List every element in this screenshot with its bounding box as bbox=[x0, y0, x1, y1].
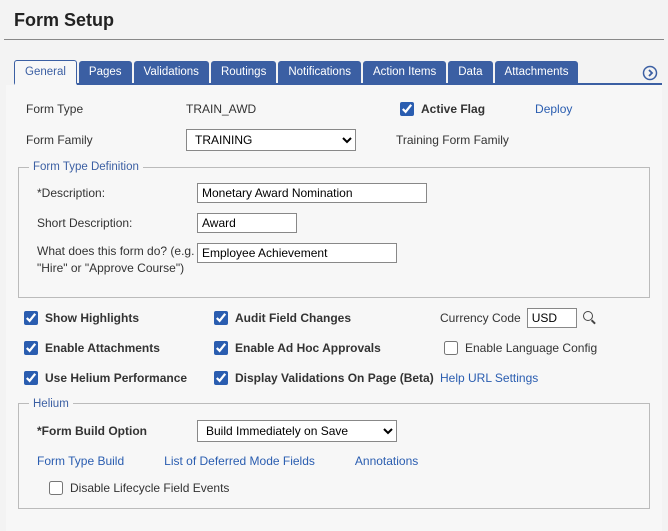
form-type-value: TRAIN_AWD bbox=[186, 102, 366, 116]
active-flag-label: Active Flag bbox=[421, 102, 485, 116]
help-url-link[interactable]: Help URL Settings bbox=[440, 371, 648, 385]
tab-notifications[interactable]: Notifications bbox=[278, 61, 361, 83]
enable-attachments-label: Enable Attachments bbox=[45, 341, 160, 355]
form-build-option-select[interactable]: Build Immediately on Save bbox=[197, 420, 397, 442]
tab-data[interactable]: Data bbox=[448, 61, 492, 83]
form-type-definition-legend: Form Type Definition bbox=[29, 161, 143, 173]
tab-attachments[interactable]: Attachments bbox=[495, 61, 579, 83]
page-title: Form Setup bbox=[14, 10, 654, 31]
tab-strip: General Pages Validations Routings Notif… bbox=[14, 58, 662, 85]
tab-overflow-button[interactable] bbox=[638, 62, 662, 83]
audit-field-changes-checkbox[interactable] bbox=[214, 311, 228, 325]
deferred-mode-fields-link[interactable]: List of Deferred Mode Fields bbox=[164, 454, 315, 468]
form-family-select[interactable]: TRAINING bbox=[186, 129, 356, 151]
tab-action-items[interactable]: Action Items bbox=[363, 61, 446, 83]
tab-routings[interactable]: Routings bbox=[211, 61, 276, 83]
chevron-right-circle-icon bbox=[642, 65, 658, 81]
short-description-label: Short Description: bbox=[29, 216, 197, 230]
form-type-build-link[interactable]: Form Type Build bbox=[37, 454, 124, 468]
use-helium-label: Use Helium Performance bbox=[45, 371, 187, 385]
enable-adhoc-checkbox[interactable] bbox=[214, 341, 228, 355]
show-highlights-checkbox[interactable] bbox=[24, 311, 38, 325]
enable-language-label: Enable Language Config bbox=[465, 341, 597, 355]
currency-code-input[interactable] bbox=[527, 308, 577, 328]
what-does-input[interactable] bbox=[197, 243, 397, 263]
form-type-label: Form Type bbox=[18, 102, 186, 116]
use-helium-checkbox[interactable] bbox=[24, 371, 38, 385]
audit-field-changes-label: Audit Field Changes bbox=[235, 311, 351, 325]
helium-group: Helium *Form Build Option Build Immediat… bbox=[18, 398, 650, 509]
disable-lifecycle-checkbox[interactable] bbox=[49, 481, 63, 495]
enable-attachments-checkbox[interactable] bbox=[24, 341, 38, 355]
helium-legend: Helium bbox=[29, 398, 73, 410]
show-highlights-label: Show Highlights bbox=[45, 311, 139, 325]
what-does-label: What does this form do? (e.g. "Hire" or … bbox=[29, 243, 197, 277]
form-build-option-label: *Form Build Option bbox=[29, 424, 197, 438]
form-family-desc: Training Form Family bbox=[396, 133, 509, 147]
deploy-link[interactable]: Deploy bbox=[535, 102, 572, 116]
display-validations-label: Display Validations On Page (Beta) bbox=[235, 371, 434, 385]
lookup-icon[interactable] bbox=[583, 311, 597, 325]
form-family-label: Form Family bbox=[18, 133, 186, 147]
active-flag-checkbox[interactable] bbox=[400, 102, 414, 116]
description-label: *Description: bbox=[29, 186, 197, 200]
tab-content: Form Type TRAIN_AWD Active Flag Deploy F… bbox=[6, 85, 662, 531]
short-description-input[interactable] bbox=[197, 213, 297, 233]
tab-general[interactable]: General bbox=[14, 60, 77, 85]
form-type-definition-group: Form Type Definition *Description: Short… bbox=[18, 161, 650, 298]
enable-language-checkbox[interactable] bbox=[444, 341, 458, 355]
display-validations-checkbox[interactable] bbox=[214, 371, 228, 385]
tab-pages[interactable]: Pages bbox=[79, 61, 132, 83]
disable-lifecycle-label: Disable Lifecycle Field Events bbox=[70, 481, 229, 495]
annotations-link[interactable]: Annotations bbox=[355, 454, 418, 468]
tab-validations[interactable]: Validations bbox=[134, 61, 209, 83]
currency-code-label: Currency Code bbox=[440, 311, 521, 325]
description-input[interactable] bbox=[197, 183, 427, 203]
enable-adhoc-label: Enable Ad Hoc Approvals bbox=[235, 341, 381, 355]
